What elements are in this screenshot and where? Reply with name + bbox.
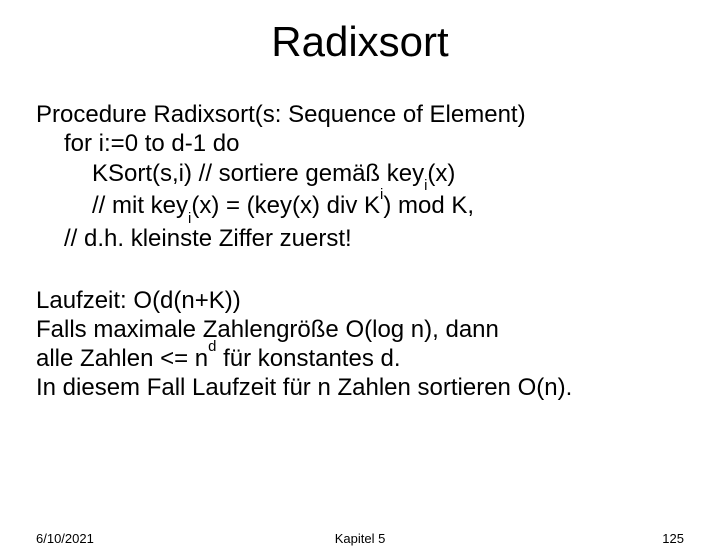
run-line-3: alle Zahlen <= nd für konstantes d. bbox=[36, 344, 684, 373]
run-l3-text-b: für konstantes d. bbox=[216, 345, 400, 372]
proc-l3-sub-i: i bbox=[424, 178, 427, 194]
proc-l3-text-a: KSort(s,i) // sortiere gemäß key bbox=[92, 160, 424, 187]
procedure-block: Procedure Radixsort(s: Sequence of Eleme… bbox=[36, 100, 684, 254]
slide-footer: 6/10/2021 Kapitel 5 125 bbox=[36, 531, 684, 546]
run-line-2: Falls maximale Zahlengröße O(log n), dan… bbox=[36, 315, 684, 344]
run-line-4: In diesem Fall Laufzeit für n Zahlen sor… bbox=[36, 373, 684, 402]
proc-l4-sup-i: i bbox=[380, 187, 383, 203]
proc-l4-text-b: (x) = (key(x) div K bbox=[191, 192, 380, 219]
proc-l4-text-a: // mit key bbox=[92, 192, 188, 219]
run-l3-text-a: alle Zahlen <= n bbox=[36, 345, 208, 372]
proc-line-5: // d.h. kleinste Ziffer zuerst! bbox=[36, 224, 684, 253]
slide-body: Procedure Radixsort(s: Sequence of Eleme… bbox=[0, 100, 720, 403]
proc-line-1: Procedure Radixsort(s: Sequence of Eleme… bbox=[36, 100, 684, 129]
runtime-block: Laufzeit: O(d(n+K)) Falls maximale Zahle… bbox=[36, 286, 684, 403]
proc-line-2: for i:=0 to d-1 do bbox=[36, 129, 684, 158]
footer-chapter: Kapitel 5 bbox=[335, 531, 386, 546]
proc-line-3: KSort(s,i) // sortiere gemäß keyi(x) bbox=[36, 159, 684, 192]
footer-page-number: 125 bbox=[662, 531, 684, 546]
proc-line-4: // mit keyi(x) = (key(x) div Ki) mod K, bbox=[36, 191, 684, 224]
proc-l3-text-b: (x) bbox=[427, 160, 455, 187]
slide-title: Radixsort bbox=[0, 18, 720, 66]
run-l3-sup-d: d bbox=[208, 339, 216, 355]
run-line-1: Laufzeit: O(d(n+K)) bbox=[36, 286, 684, 315]
footer-date: 6/10/2021 bbox=[36, 531, 94, 546]
proc-l4-text-c: ) mod K, bbox=[383, 192, 474, 219]
proc-l4-sub-i: i bbox=[188, 211, 191, 227]
